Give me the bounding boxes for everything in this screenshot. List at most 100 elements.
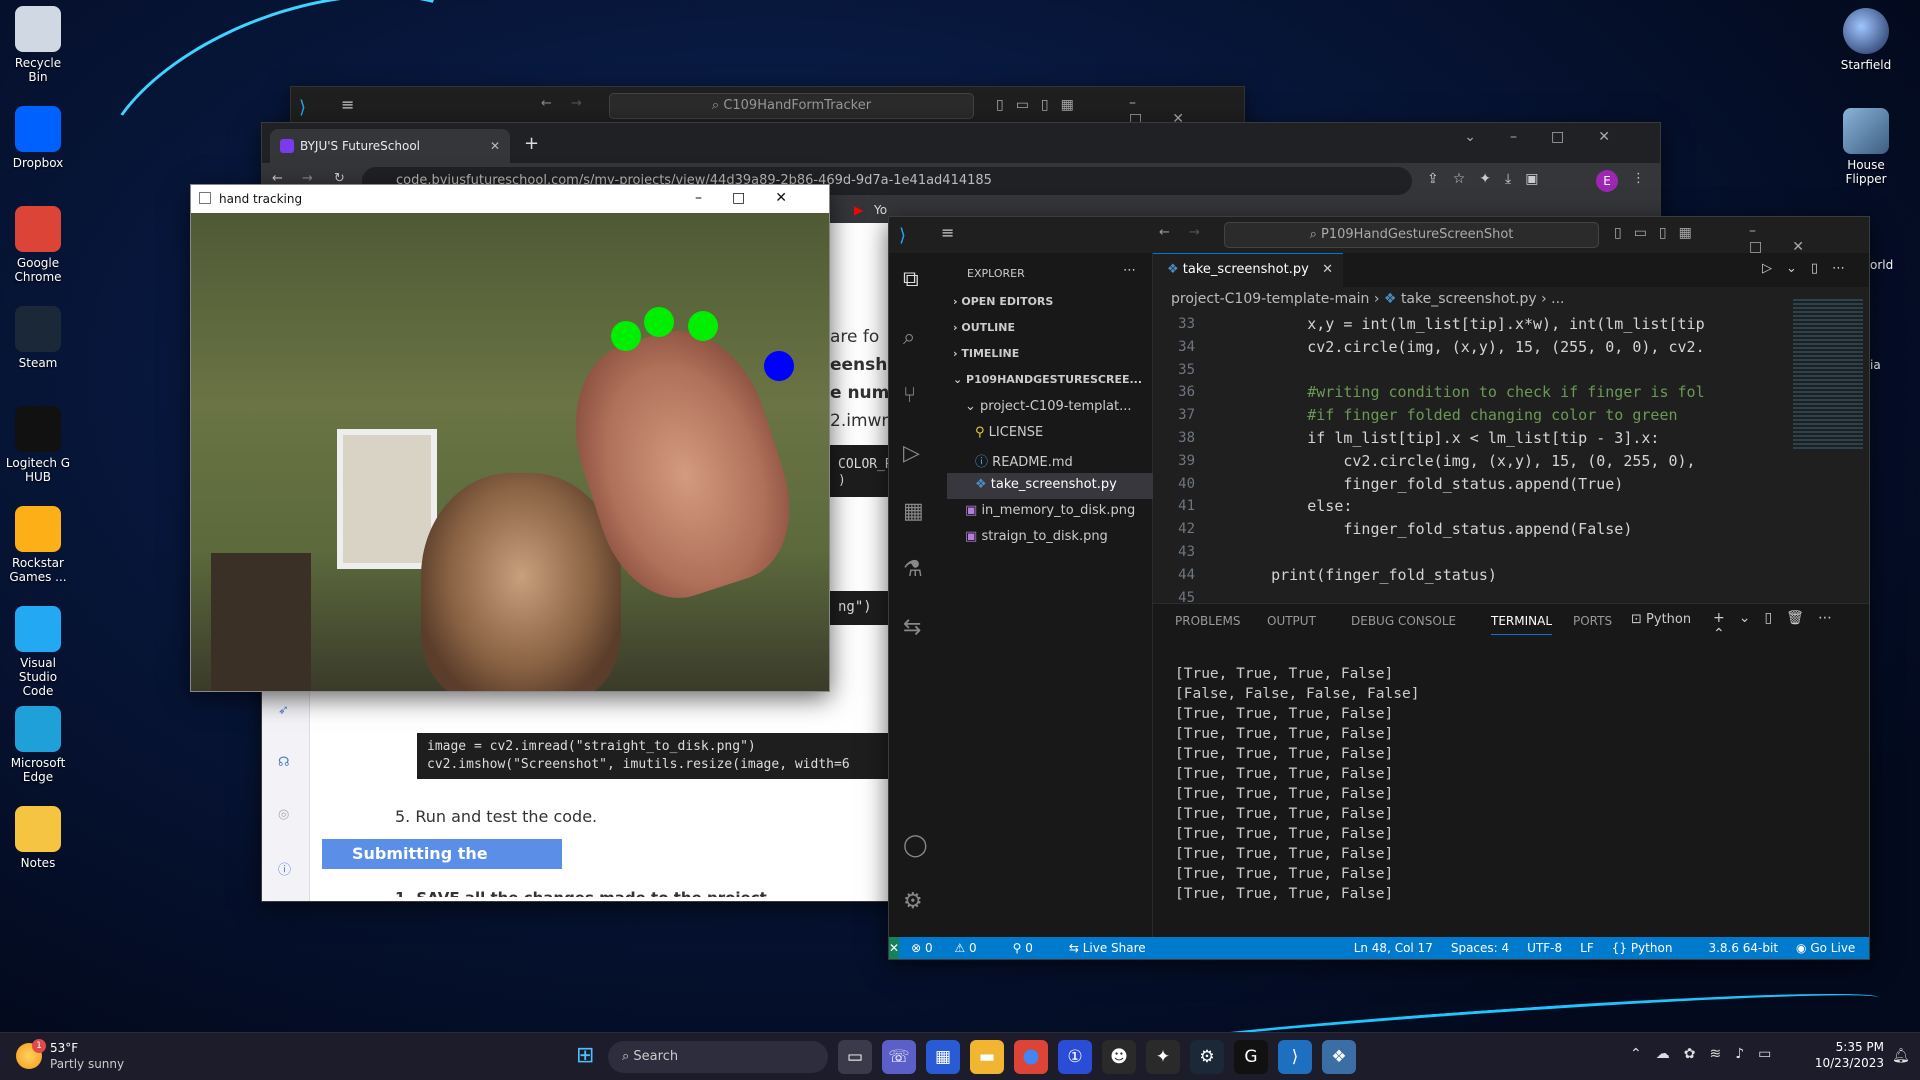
folder-item[interactable]: ⌄ project-C109-templat...: [965, 399, 1132, 414]
logitech-icon[interactable]: G: [1234, 1040, 1268, 1074]
panel-tab-problems[interactable]: PROBLEMS: [1175, 614, 1241, 628]
desktop-icon-starfield[interactable]: Starfield: [1832, 8, 1900, 72]
store-icon[interactable]: ▦: [926, 1040, 960, 1074]
code-line[interactable]: [1235, 359, 1795, 382]
language-mode[interactable]: {} Python: [1612, 941, 1691, 955]
more-menu-icon[interactable]: ⋮: [1632, 171, 1645, 186]
support-icon[interactable]: ☊: [278, 755, 290, 770]
desktop-icon-house-flipper[interactable]: House Flipper: [1832, 108, 1900, 186]
layout-icons[interactable]: ▯▭▯▦: [1614, 225, 1704, 241]
problems-status[interactable]: ⊗ 0 ⚠ 0: [911, 941, 995, 955]
go-live[interactable]: ◉ Go Live: [1796, 941, 1869, 955]
vscode-back-window[interactable]: ⟩ ≡ ← → ⌕ C109HandFormTracker ▯▭▯▦ –□✕: [290, 86, 1245, 126]
forward-arrow-icon[interactable]: →: [1189, 225, 1200, 240]
menu-icon[interactable]: ≡: [941, 223, 954, 242]
code-line[interactable]: print(finger_fold_status): [1235, 564, 1795, 587]
ports-status[interactable]: ⚲ 0: [1013, 941, 1051, 955]
hand-tracking-window[interactable]: hand tracking –□✕: [190, 184, 830, 692]
system-tray[interactable]: ⌃☁✿≋♪▭: [1630, 1046, 1785, 1062]
forward-arrow-icon[interactable]: →: [571, 96, 582, 111]
extensions-icon[interactable]: ▦: [903, 499, 924, 524]
file-item[interactable]: ▣ straign_to_disk.png: [965, 529, 1108, 544]
info-icon[interactable]: ⓘ: [278, 859, 291, 878]
command-center[interactable]: ⌕ C109HandFormTracker: [609, 93, 974, 119]
rocket-icon[interactable]: ➶: [278, 703, 289, 718]
notification-icon[interactable]: 🔔︎: [1892, 1048, 1910, 1064]
user-icon[interactable]: ◎: [278, 807, 289, 822]
weather-temp[interactable]: 53°F: [50, 1041, 78, 1055]
desktop-icon-logitech[interactable]: Logitech G HUB: [4, 406, 72, 484]
task-view-icon[interactable]: ▭: [838, 1040, 872, 1074]
desktop-icon-edge[interactable]: Microsoft Edge: [4, 706, 72, 784]
section-project[interactable]: ⌄ P109HANDGESTURESCREE...: [953, 373, 1142, 386]
desktop-icon-chrome[interactable]: Google Chrome: [4, 206, 72, 284]
cursor-position[interactable]: Ln 48, Col 17: [1354, 941, 1433, 955]
indentation[interactable]: Spaces: 4: [1451, 941, 1509, 955]
file-item[interactable]: ⚲ LICENSE: [975, 425, 1043, 440]
search-icon[interactable]: ⌕: [903, 325, 915, 350]
onepassword-icon[interactable]: ①: [1058, 1040, 1092, 1074]
command-center[interactable]: ⌕ P109HandGestureScreenShot: [1224, 222, 1599, 248]
section-timeline[interactable]: › TIMELINE: [953, 347, 1019, 360]
panel-actions[interactable]: +⌄▯🗑⋯⌃: [1713, 610, 1869, 642]
razer-icon[interactable]: ✦: [1146, 1040, 1180, 1074]
window-controls[interactable]: –□✕: [695, 190, 817, 206]
tab-byjus[interactable]: BYJU'S FutureSchool ✕: [270, 129, 510, 163]
tab-take-screenshot[interactable]: ❖ take_screenshot.py ✕: [1153, 253, 1343, 287]
minimap[interactable]: [1793, 299, 1863, 449]
section-open-editors[interactable]: › OPEN EDITORS: [953, 295, 1053, 308]
live-share-icon[interactable]: ⇆: [903, 615, 921, 640]
chrome-icon[interactable]: [1014, 1040, 1048, 1074]
layout-icons[interactable]: ▯▭▯▦: [996, 97, 1086, 113]
breadcrumb-item[interactable]: ...: [1551, 291, 1564, 307]
start-button[interactable]: ⊞: [576, 1043, 594, 1068]
clock-date[interactable]: 10/23/2023: [1812, 1056, 1884, 1070]
desktop-icon-recycle-bin[interactable]: Recycle Bin: [4, 6, 72, 84]
code-line[interactable]: else:: [1235, 495, 1795, 518]
back-arrow-icon[interactable]: ←: [1159, 225, 1170, 240]
code-line[interactable]: x,y = int(lm_list[tip].x*w), int(lm_list…: [1235, 313, 1795, 336]
file-item[interactable]: ⓘ README.md: [975, 451, 1073, 470]
panel-tab-terminal[interactable]: TERMINAL: [1491, 614, 1553, 635]
more-actions-icon[interactable]: ⋯: [1123, 263, 1136, 278]
breadcrumb-item[interactable]: project-C109-template-main: [1171, 291, 1369, 307]
weather-desc[interactable]: Partly sunny: [50, 1057, 124, 1071]
source-control-icon[interactable]: ⑂: [903, 383, 916, 408]
terminal-selector[interactable]: ⊡ Python: [1631, 612, 1691, 627]
file-explorer-icon[interactable]: ▬: [970, 1040, 1004, 1074]
taskbar-search[interactable]: ⌕ Search: [608, 1041, 828, 1073]
accounts-icon[interactable]: ◯: [903, 833, 928, 858]
code-line[interactable]: #writing condition to check if finger is…: [1235, 381, 1795, 404]
desktop-icon-dropbox[interactable]: Dropbox: [4, 106, 72, 170]
extension-icons[interactable]: ⇪☆✦⤓▣: [1427, 171, 1552, 187]
desktop-icon-rockstar[interactable]: Rockstar Games ...: [4, 506, 72, 584]
close-tab-icon[interactable]: ✕: [490, 129, 500, 163]
run-debug-icon[interactable]: ▷: [903, 441, 920, 466]
code-line[interactable]: #if finger folded changing color to gree…: [1235, 404, 1795, 427]
new-tab-button[interactable]: +: [524, 133, 539, 154]
back-arrow-icon[interactable]: ←: [541, 96, 552, 111]
python-icon[interactable]: ❖: [1322, 1040, 1356, 1074]
remote-icon[interactable]: ✕: [889, 937, 900, 959]
code-editor[interactable]: x,y = int(lm_list[tip].x*w), int(lm_list…: [1235, 313, 1795, 609]
editor-actions[interactable]: ▷⌄▯⋯: [1762, 261, 1859, 276]
panel-tab-ports[interactable]: PORTS: [1573, 614, 1612, 628]
code-line[interactable]: [1235, 541, 1795, 564]
close-tab-icon[interactable]: ✕: [1322, 254, 1333, 286]
code-line[interactable]: finger_fold_status.append(True): [1235, 473, 1795, 496]
file-item[interactable]: ▣ in_memory_to_disk.png: [965, 503, 1135, 518]
desktop-icon-vscode[interactable]: Visual Studio Code: [4, 606, 72, 698]
settings-gear-icon[interactable]: ⚙: [903, 889, 923, 914]
code-block[interactable]: image = cv2.imread("straight_to_disk.png…: [417, 733, 897, 779]
profile-avatar[interactable]: E: [1596, 170, 1618, 192]
python-interpreter[interactable]: 3.8.6 64-bit: [1708, 941, 1778, 955]
code-line[interactable]: finger_fold_status.append(False): [1235, 518, 1795, 541]
panel-tab-debug-console[interactable]: DEBUG CONSOLE: [1351, 614, 1456, 628]
alien-app-icon[interactable]: ☻: [1102, 1040, 1136, 1074]
clock-time[interactable]: 5:35 PM: [1812, 1040, 1884, 1054]
eol[interactable]: LF: [1580, 941, 1594, 955]
teams-icon[interactable]: ☏: [882, 1040, 916, 1074]
steam-icon[interactable]: ⚙: [1190, 1040, 1224, 1074]
section-outline[interactable]: › OUTLINE: [953, 321, 1015, 334]
browser-window-controls[interactable]: ⌄–□✕: [1464, 129, 1644, 145]
